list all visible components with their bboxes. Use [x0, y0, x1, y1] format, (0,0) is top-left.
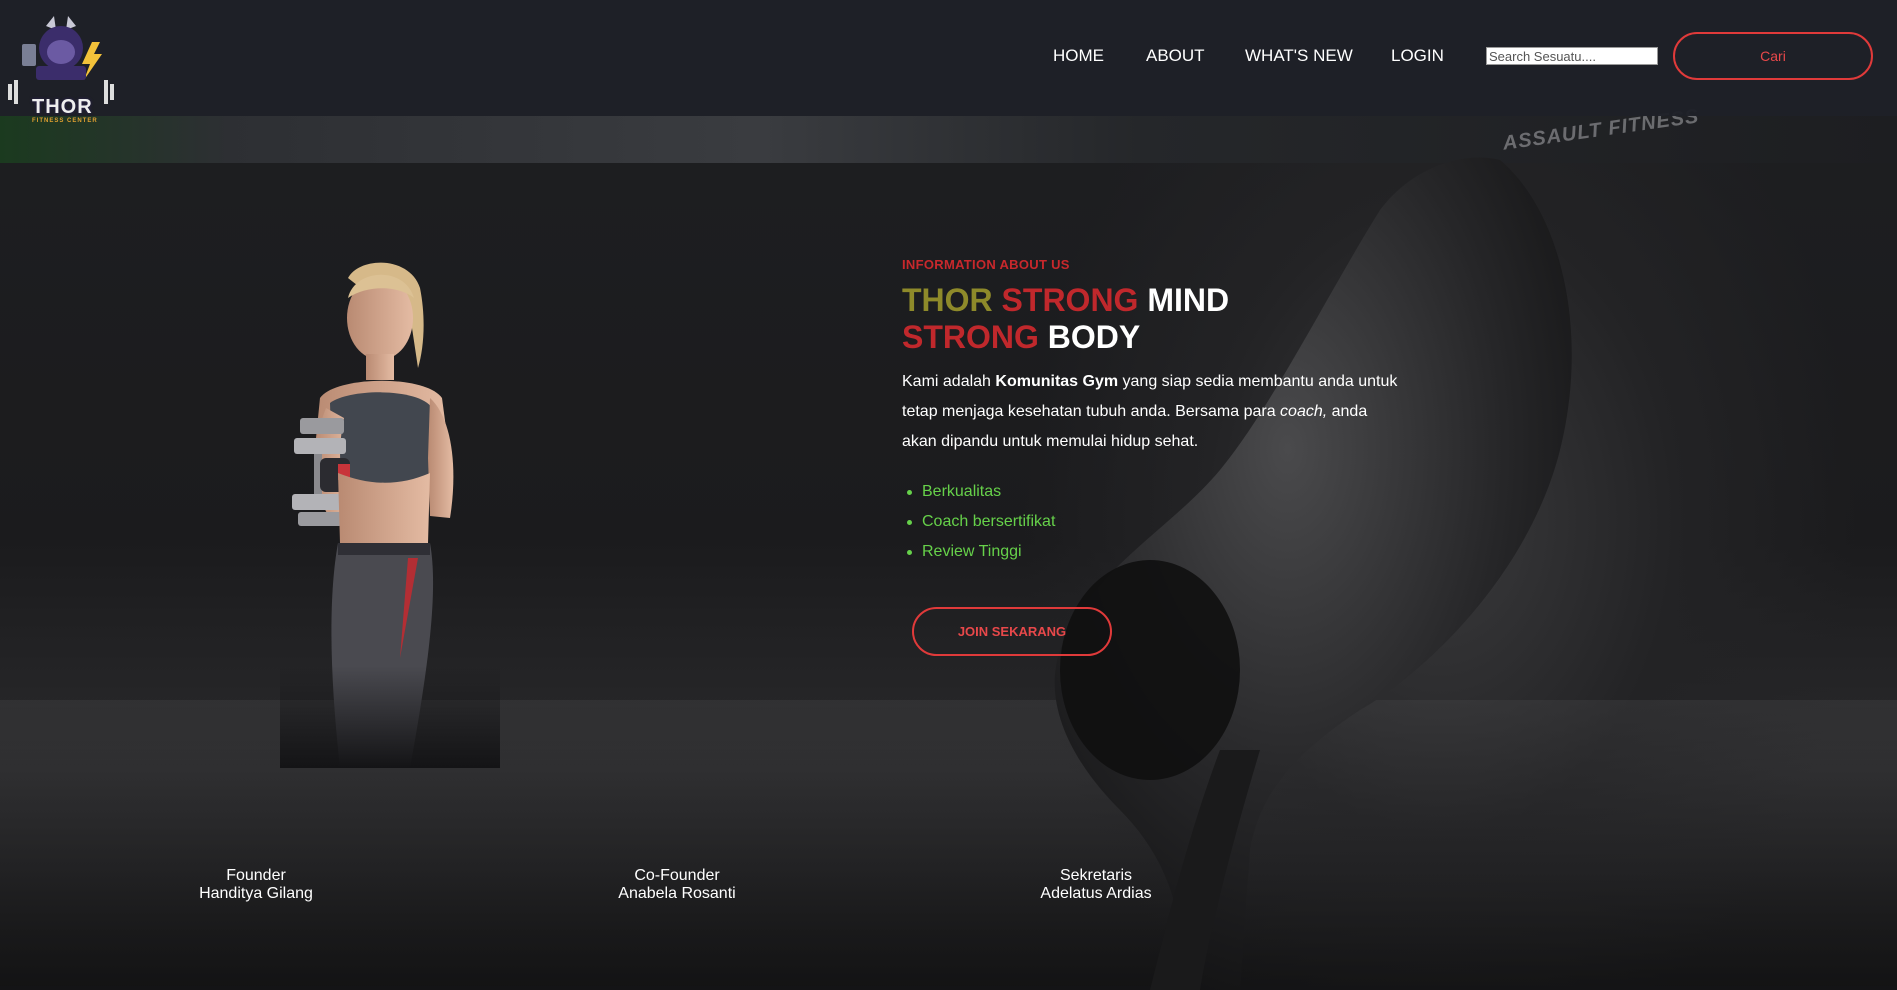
- feature-item: Coach bersertifikat: [906, 507, 1055, 537]
- team-member-cofounder: Co-Founder Anabela Rosanti: [577, 867, 777, 903]
- headline-word: THOR: [902, 282, 993, 318]
- headline-word: MIND: [1147, 282, 1230, 318]
- description-bold: Komunitas Gym: [995, 373, 1119, 390]
- team-role: Co-Founder: [634, 867, 720, 884]
- hero-description: Kami adalah Komunitas Gym yang siap sedi…: [902, 367, 1402, 457]
- team-name: Anabela Rosanti: [618, 885, 736, 902]
- nav-about[interactable]: ABOUT: [1146, 46, 1205, 66]
- brand-logo[interactable]: THOR FITNESS CENTER: [6, 14, 116, 124]
- search-input[interactable]: [1486, 47, 1658, 65]
- nav-home[interactable]: HOME: [1053, 46, 1104, 66]
- headline-word: STRONG: [902, 319, 1039, 355]
- team-role: Sekretaris: [1059, 867, 1133, 884]
- headline-word: BODY: [1047, 319, 1141, 355]
- logo-tagline: FITNESS CENTER: [32, 118, 98, 124]
- section-eyebrow: INFORMATION ABOUT US: [902, 257, 1070, 272]
- top-navbar: THOR FITNESS CENTER HOME ABOUT WHAT'S NE…: [0, 0, 1897, 124]
- team-name: Adelatus Ardias: [1040, 885, 1152, 902]
- team-member-founder: Founder Handitya Gilang: [156, 867, 356, 903]
- nav-login[interactable]: LOGIN: [1391, 46, 1444, 66]
- description-text: Kami adalah: [902, 373, 996, 390]
- headline-word: STRONG: [1001, 282, 1139, 318]
- feature-item: Review Tinggi: [906, 537, 1055, 567]
- hero-woman-dumbbell-photo: [280, 258, 500, 768]
- search-button[interactable]: Cari: [1673, 32, 1873, 80]
- feature-item: Berkualitas: [906, 477, 1055, 507]
- team-role: Founder: [226, 867, 286, 884]
- feature-list: Berkualitas Coach bersertifikat Review T…: [902, 477, 1055, 567]
- background-athlete-silhouette: [1054, 157, 1572, 990]
- join-now-button[interactable]: JOIN SEKARANG: [912, 607, 1112, 656]
- hero-headline: THOR STRONG MIND STRONG BODY: [902, 282, 1229, 356]
- logo-wordmark: THOR: [32, 96, 93, 118]
- team-member-secretary: Sekretaris Adelatus Ardias: [996, 867, 1196, 903]
- nav-whats-new[interactable]: WHAT'S NEW: [1245, 46, 1353, 66]
- description-italic: coach,: [1280, 403, 1328, 420]
- team-name: Handitya Gilang: [199, 885, 313, 902]
